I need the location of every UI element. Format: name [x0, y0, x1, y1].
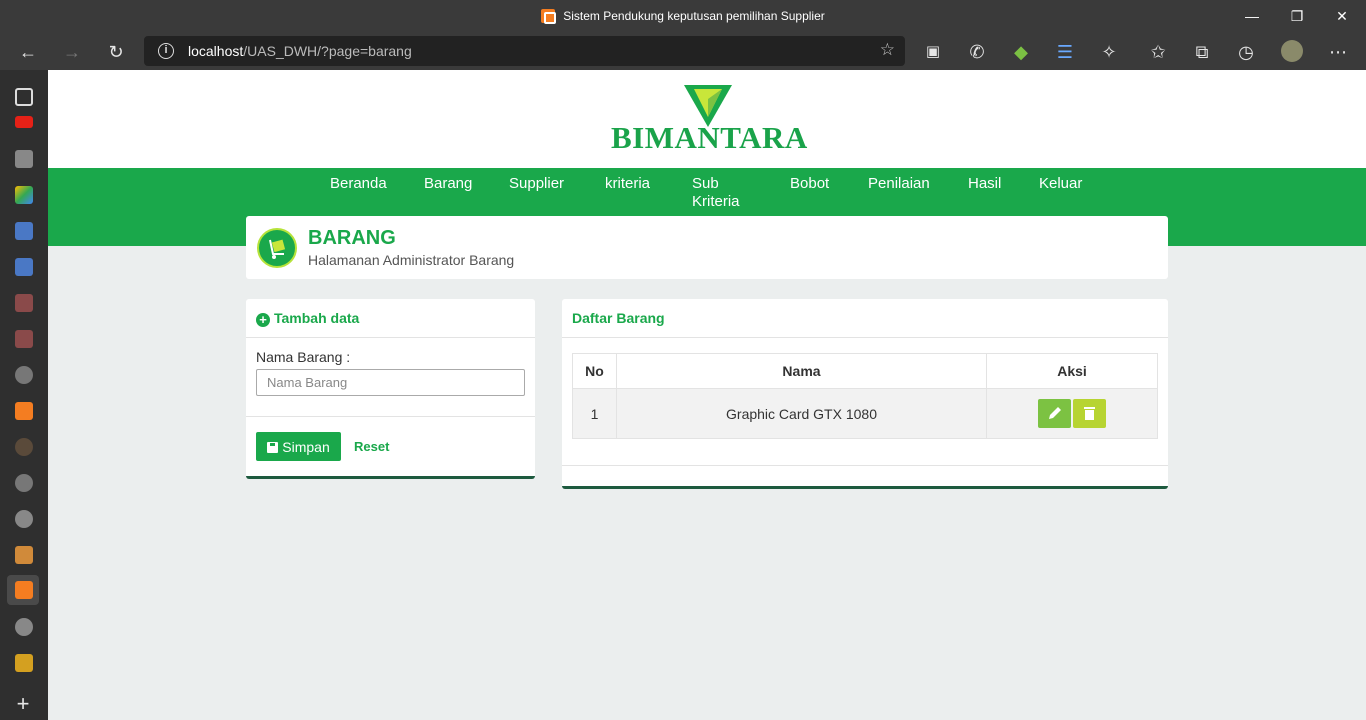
favorites-icon[interactable]: ✩ [1146, 40, 1170, 64]
page-subtitle: Halamanan Administrator Barang [308, 252, 515, 268]
item-list-title: Daftar Barang [572, 310, 665, 326]
delete-button[interactable] [1073, 399, 1106, 428]
page-title-card: BARANG Halamanan Administrator Barang [246, 216, 1168, 279]
restore-icon[interactable]: ❐ [1287, 6, 1307, 26]
col-nama: Nama [616, 353, 987, 389]
xampp-icon [541, 9, 557, 24]
info-icon[interactable]: i [158, 43, 174, 59]
col-aksi: Aksi [986, 353, 1158, 389]
nama-barang-label: Nama Barang : [256, 349, 351, 365]
plus-circle-icon: + [256, 313, 270, 327]
docs-icon[interactable] [15, 222, 33, 240]
back-icon[interactable]: ← [16, 40, 40, 64]
nav-supplier[interactable]: Supplier [509, 175, 564, 193]
nav-sub-kriteria[interactable]: Sub Kriteria [692, 175, 752, 211]
window-titlebar: Sistem Pendukung keputusan pemilihan Sup… [0, 0, 1366, 33]
add-tab-icon[interactable]: + [11, 692, 35, 716]
item-list-header: Daftar Barang [562, 299, 1168, 338]
youtube-icon[interactable] [15, 116, 33, 128]
address-bar[interactable]: i localhost/UAS_DWH/?page=barang ☆ [144, 36, 905, 66]
nama-barang-input[interactable] [256, 369, 525, 396]
github-icon[interactable] [15, 510, 33, 528]
extension-color-icon[interactable]: ◆ [1009, 40, 1033, 64]
cell-nama: Graphic Card GTX 1080 [616, 388, 987, 439]
add-data-title-wrap: + Tambah data [256, 310, 359, 327]
extension-docs-icon[interactable]: ▣ [921, 40, 945, 64]
nav-beranda[interactable]: Beranda [330, 175, 387, 193]
form-divider [246, 416, 535, 417]
google-icon-2[interactable] [15, 474, 33, 492]
nav-penilaian[interactable]: Penilaian [868, 175, 930, 193]
collections-icon[interactable]: ⧉ [1190, 40, 1214, 64]
forward-icon[interactable]: → [60, 40, 84, 64]
whatsapp-icon[interactable]: ✆ [965, 40, 989, 64]
table-header-row: No Nama Aksi [572, 353, 1158, 389]
minimize-icon[interactable]: — [1242, 6, 1262, 26]
app-icon[interactable] [15, 546, 33, 564]
tab-actions-icon[interactable] [15, 88, 33, 106]
add-data-header: + Tambah data [246, 299, 535, 338]
list-divider [562, 465, 1168, 466]
table-row: 1 Graphic Card GTX 1080 [572, 388, 1158, 439]
nav-bobot[interactable]: Bobot [790, 175, 829, 193]
xampp-icon-sidebar[interactable] [15, 402, 33, 420]
xampp-icon-active[interactable] [15, 581, 33, 599]
cell-aksi [986, 388, 1158, 439]
cell-no: 1 [572, 388, 617, 439]
google-drive-icon[interactable] [15, 186, 33, 204]
site-header: BIMANTARA [48, 70, 1366, 168]
pdf-icon[interactable] [15, 294, 33, 312]
save-label: Simpan [282, 438, 330, 455]
history-icon[interactable]: ◷ [1234, 40, 1258, 64]
page-title: BARANG [308, 227, 396, 249]
file-icon[interactable] [15, 150, 33, 168]
nav-keluar[interactable]: Keluar [1039, 175, 1082, 193]
profile-avatar[interactable] [1280, 40, 1304, 64]
nav-hasil[interactable]: Hasil [968, 175, 1001, 193]
trash-icon [1084, 407, 1095, 420]
reset-button[interactable]: Reset [354, 439, 389, 454]
url-host: localhost [188, 43, 244, 59]
pdf-icon-2[interactable] [15, 330, 33, 348]
cart-icon [257, 228, 297, 268]
more-menu-icon[interactable]: ⋯ [1326, 40, 1350, 64]
add-data-title: Tambah data [274, 310, 360, 326]
nav-kriteria[interactable]: kriteria [605, 175, 650, 193]
site-icon[interactable] [15, 438, 33, 456]
nav-barang[interactable]: Barang [424, 175, 472, 193]
item-table: No Nama Aksi 1 Graphic Card GTX 1080 [572, 353, 1158, 439]
col-no: No [572, 353, 617, 389]
edit-button[interactable] [1038, 399, 1071, 428]
window-title-wrap: Sistem Pendukung keputusan pemilihan Sup… [0, 9, 1366, 24]
browser-sidebar: + [0, 70, 48, 720]
add-data-card: + Tambah data Nama Barang : Simpan Reset [246, 299, 535, 479]
extensions-icon[interactable]: ✧ [1097, 40, 1121, 64]
logo-text: BIMANTARA [611, 120, 808, 155]
close-icon[interactable]: ✕ [1332, 6, 1352, 26]
docs-icon-2[interactable] [15, 258, 33, 276]
google-icon[interactable] [15, 366, 33, 384]
refresh-icon[interactable]: ↻ [104, 40, 128, 64]
github-icon-2[interactable] [15, 618, 33, 636]
pencil-icon [1049, 407, 1061, 419]
favorite-add-icon[interactable]: ☆ [880, 40, 895, 60]
cube-icon[interactable] [15, 654, 33, 672]
save-button[interactable]: Simpan [256, 432, 341, 461]
page-viewport: BIMANTARA Beranda Barang Supplier kriter… [48, 70, 1366, 720]
url-text[interactable]: localhost/UAS_DWH/?page=barang [188, 43, 412, 59]
url-path: /UAS_DWH/?page=barang [243, 43, 412, 59]
item-list-card: Daftar Barang No Nama Aksi 1 Graphic Car… [562, 299, 1168, 489]
extension-list-icon[interactable]: ☰ [1053, 40, 1077, 64]
browser-toolbar: ← → ↻ i localhost/UAS_DWH/?page=barang ☆… [0, 33, 1366, 70]
floppy-icon [267, 441, 279, 453]
window-title: Sistem Pendukung keputusan pemilihan Sup… [563, 9, 825, 23]
